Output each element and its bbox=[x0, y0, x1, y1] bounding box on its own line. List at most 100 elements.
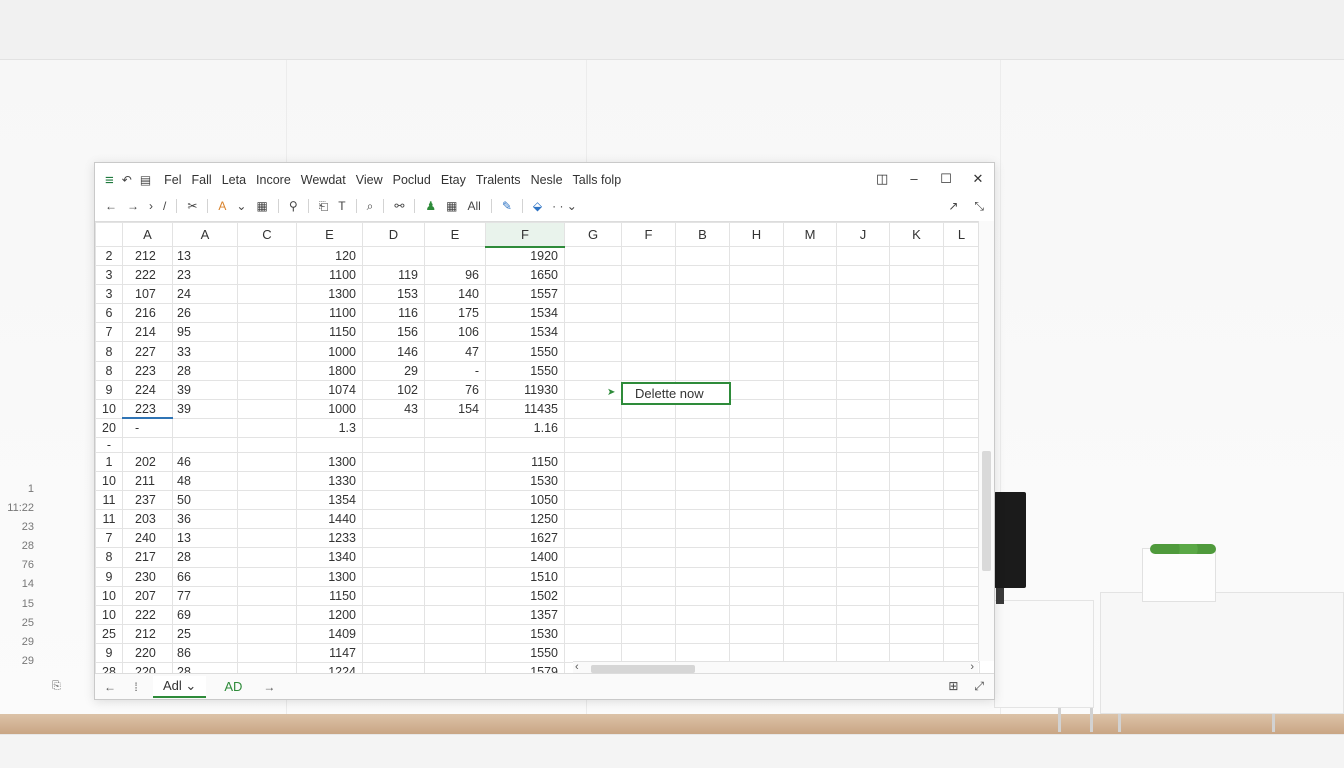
menu-item-poclud[interactable]: Poclud bbox=[388, 173, 436, 187]
cell[interactable] bbox=[836, 642, 890, 663]
cell[interactable] bbox=[564, 604, 622, 625]
cell[interactable]: 202 bbox=[122, 451, 173, 473]
cell[interactable] bbox=[836, 623, 890, 644]
menu-item-fel[interactable]: Fel bbox=[159, 173, 186, 187]
cell[interactable]: 1300 bbox=[296, 451, 363, 473]
cell[interactable] bbox=[836, 417, 890, 438]
cell[interactable]: 1074 bbox=[296, 379, 363, 400]
cell[interactable]: 26 bbox=[172, 303, 238, 324]
cell[interactable] bbox=[362, 436, 425, 453]
cell[interactable] bbox=[362, 661, 425, 673]
cell[interactable]: 28 bbox=[172, 661, 238, 673]
cell[interactable] bbox=[729, 566, 784, 587]
row-header[interactable]: 3 bbox=[95, 284, 123, 305]
cell[interactable] bbox=[564, 265, 622, 286]
cell[interactable] bbox=[675, 417, 730, 438]
cell[interactable] bbox=[675, 490, 730, 511]
cell[interactable]: 211 bbox=[122, 471, 173, 492]
cell[interactable] bbox=[943, 451, 980, 473]
cell[interactable] bbox=[424, 417, 486, 438]
cell[interactable] bbox=[783, 360, 837, 381]
cell[interactable] bbox=[783, 566, 837, 587]
row-header[interactable]: 3 bbox=[95, 265, 123, 286]
cell[interactable] bbox=[943, 585, 980, 606]
cell[interactable] bbox=[729, 245, 784, 267]
cell[interactable]: 156 bbox=[362, 322, 425, 343]
cell[interactable]: 107 bbox=[122, 284, 173, 305]
cell[interactable] bbox=[621, 604, 676, 625]
cell[interactable]: 39 bbox=[172, 398, 238, 419]
cell[interactable] bbox=[237, 398, 297, 419]
cell[interactable]: 240 bbox=[122, 528, 173, 549]
cell[interactable] bbox=[485, 436, 565, 453]
cell[interactable] bbox=[783, 379, 837, 400]
cell[interactable]: 1400 bbox=[485, 547, 565, 568]
cell[interactable] bbox=[783, 585, 837, 606]
cell[interactable] bbox=[621, 322, 676, 343]
cell[interactable] bbox=[729, 379, 784, 400]
cell[interactable] bbox=[889, 398, 944, 419]
cell[interactable]: 223 bbox=[122, 398, 173, 420]
cell[interactable]: 1050 bbox=[485, 490, 565, 511]
more-icon[interactable]: · · ⌄ bbox=[552, 199, 577, 213]
cell[interactable] bbox=[424, 436, 486, 453]
column-header[interactable]: B bbox=[675, 222, 730, 247]
row-header[interactable]: 9 bbox=[95, 642, 123, 663]
cell[interactable] bbox=[675, 509, 730, 530]
cell[interactable] bbox=[237, 642, 297, 663]
row-header[interactable]: 25 bbox=[95, 623, 123, 644]
cell[interactable] bbox=[675, 566, 730, 587]
cell[interactable]: 222 bbox=[122, 265, 173, 286]
cell[interactable]: 43 bbox=[362, 398, 425, 419]
cell[interactable] bbox=[943, 341, 980, 362]
cell[interactable] bbox=[889, 490, 944, 511]
cell[interactable] bbox=[836, 398, 890, 419]
cell[interactable] bbox=[621, 490, 676, 511]
cell[interactable]: 203 bbox=[122, 509, 173, 530]
row-header[interactable]: 9 bbox=[95, 566, 123, 587]
cell[interactable] bbox=[836, 471, 890, 492]
row-header[interactable]: 10 bbox=[95, 398, 123, 419]
person-icon[interactable]: ♟ bbox=[425, 199, 436, 213]
cell[interactable] bbox=[943, 490, 980, 511]
cell[interactable]: 1200 bbox=[296, 604, 363, 625]
cell[interactable] bbox=[237, 451, 297, 473]
cell[interactable] bbox=[675, 303, 730, 324]
fill-icon[interactable]: ⬙ bbox=[533, 199, 542, 213]
menu-item-view[interactable]: View bbox=[351, 173, 388, 187]
cell[interactable]: 28 bbox=[172, 360, 238, 381]
cell[interactable]: 1510 bbox=[485, 566, 565, 587]
cell[interactable]: 1800 bbox=[296, 360, 363, 381]
document-icon[interactable]: ▤ bbox=[140, 173, 151, 187]
cell[interactable] bbox=[362, 642, 425, 663]
cell[interactable] bbox=[621, 417, 676, 438]
cell[interactable] bbox=[836, 566, 890, 587]
cell[interactable]: 13 bbox=[172, 245, 238, 267]
cell[interactable] bbox=[729, 360, 784, 381]
cell[interactable] bbox=[362, 623, 425, 644]
cell[interactable] bbox=[362, 490, 425, 511]
cell[interactable] bbox=[783, 490, 837, 511]
column-header[interactable]: M bbox=[783, 222, 837, 247]
cell[interactable]: 212 bbox=[122, 245, 173, 267]
sheet-list-icon[interactable]: ⁞ bbox=[123, 680, 149, 694]
close-icon[interactable]: ✕ bbox=[972, 171, 984, 187]
cell[interactable] bbox=[237, 265, 297, 286]
cell[interactable] bbox=[424, 642, 486, 663]
cell[interactable] bbox=[889, 585, 944, 606]
cell[interactable] bbox=[889, 547, 944, 568]
cell[interactable] bbox=[943, 284, 980, 305]
cell[interactable] bbox=[237, 322, 297, 343]
cell[interactable] bbox=[564, 547, 622, 568]
cell[interactable] bbox=[836, 245, 890, 267]
row-header[interactable]: 28 bbox=[95, 661, 123, 673]
restore-pane-icon[interactable]: ◫ bbox=[876, 171, 888, 187]
cell[interactable] bbox=[564, 360, 622, 381]
column-header[interactable]: G bbox=[564, 222, 622, 247]
delete-now-callout[interactable]: Delette now bbox=[621, 382, 731, 405]
cell[interactable] bbox=[237, 245, 297, 267]
cell[interactable] bbox=[783, 471, 837, 492]
cell[interactable]: 77 bbox=[172, 585, 238, 606]
cell[interactable]: 95 bbox=[172, 322, 238, 343]
cell[interactable]: 1550 bbox=[485, 642, 565, 663]
